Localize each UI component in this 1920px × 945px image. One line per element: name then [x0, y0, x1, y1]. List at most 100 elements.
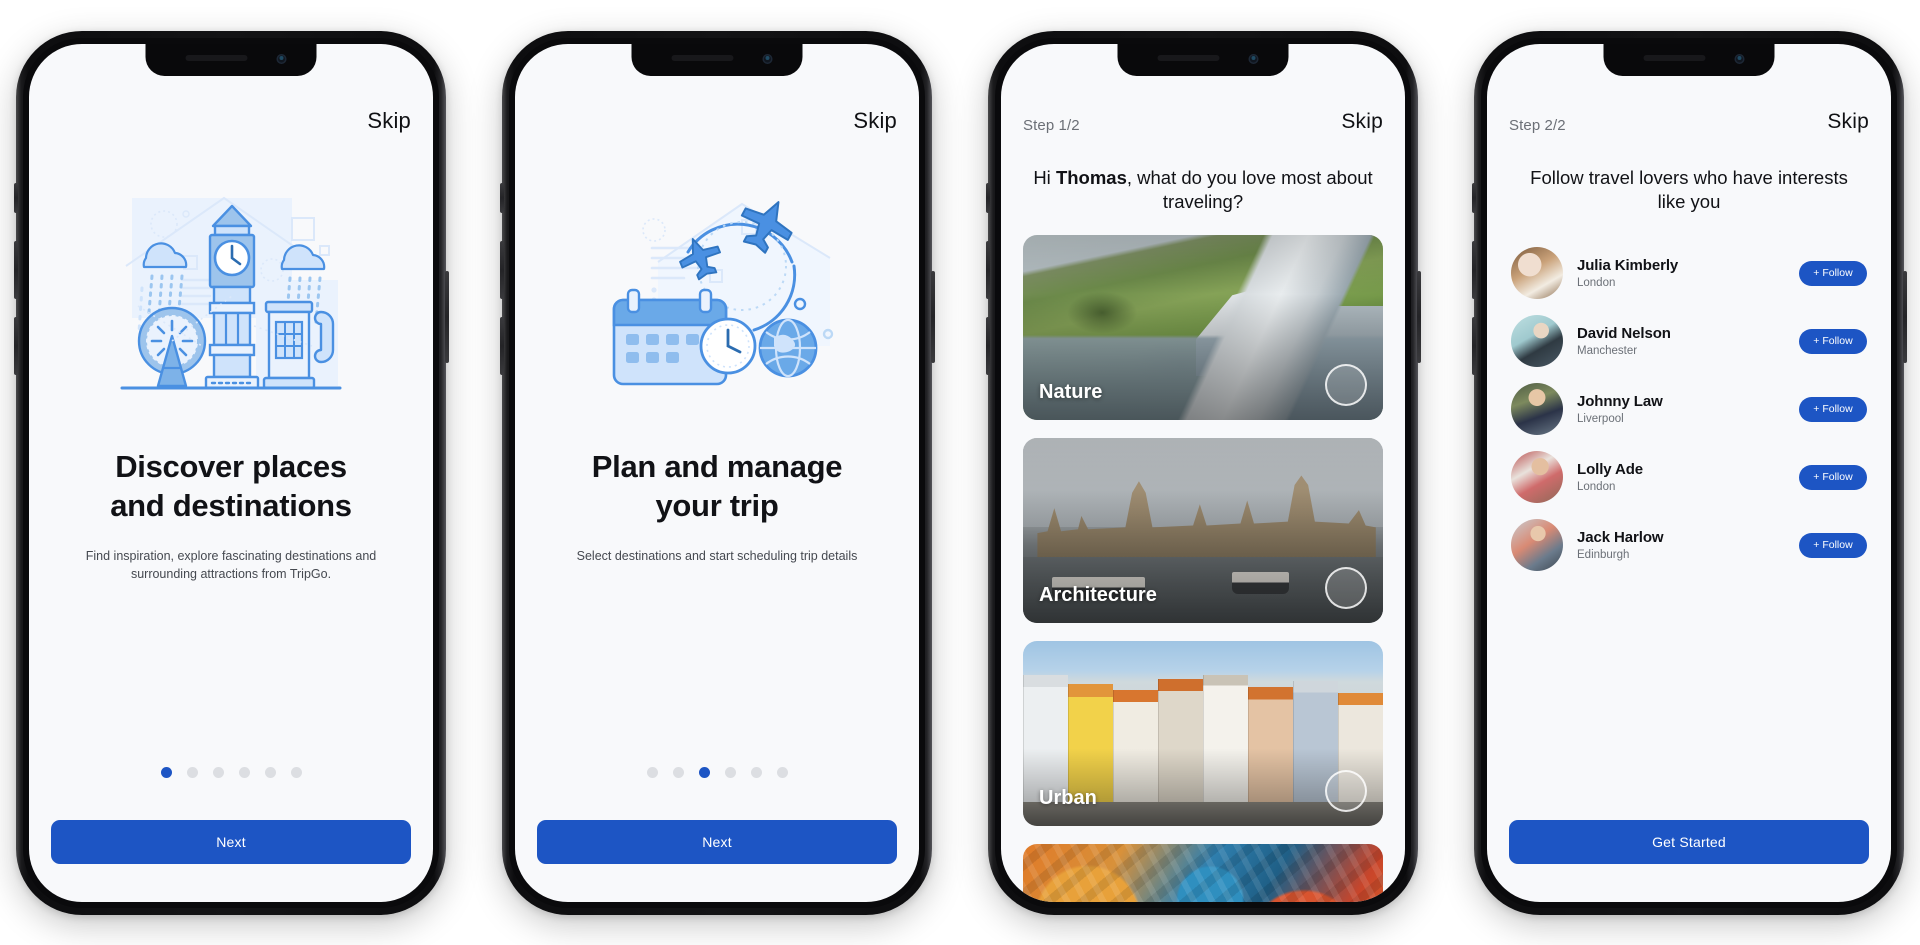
pagination-dot[interactable] — [186, 766, 198, 778]
person-name: Johnny Law — [1577, 393, 1663, 411]
phone-mockup-3: Step 1/2 Skip Hi Thomas, what do you lov… — [985, 30, 1421, 915]
page-title: Plan and manage your trip — [537, 447, 897, 525]
front-camera-icon — [276, 53, 287, 64]
notch — [1603, 43, 1775, 76]
silent-switch[interactable] — [13, 182, 18, 213]
list-item[interactable]: David Nelson Manchester + Follow — [1509, 307, 1869, 375]
silent-switch[interactable] — [985, 182, 990, 213]
follow-button[interactable]: + Follow — [1799, 396, 1867, 422]
list-item[interactable]: Julia Kimberly London + Follow — [1509, 239, 1869, 307]
pagination-dot[interactable] — [646, 766, 658, 778]
phone-mockup-4: Step 2/2 Skip Follow travel lovers who h… — [1471, 30, 1907, 915]
pagination-dot[interactable] — [212, 766, 224, 778]
power-button[interactable] — [1416, 270, 1421, 363]
pagination-dot[interactable] — [698, 766, 710, 778]
interest-card-nature[interactable]: Nature — [1023, 235, 1383, 421]
phone-mockup-2: Skip Plan and manage your trip Select de… — [499, 30, 935, 915]
screen-onboard-interests: Step 1/2 Skip Hi Thomas, what do you lov… — [1001, 43, 1405, 902]
skip-button[interactable]: Skip — [1827, 110, 1869, 134]
page-title: Discover places and destinations — [51, 447, 411, 525]
interest-card-architecture[interactable]: Architecture — [1023, 438, 1383, 624]
interest-select-checkbox[interactable] — [1325, 364, 1367, 407]
avatar — [1511, 383, 1563, 436]
question-greeting: Hi — [1033, 166, 1056, 188]
volume-down-button[interactable] — [13, 316, 18, 375]
power-button[interactable] — [444, 270, 449, 363]
earpiece-speaker — [185, 54, 248, 61]
next-button[interactable]: Next — [51, 819, 411, 864]
next-button[interactable]: Next — [537, 819, 897, 864]
skip-button[interactable]: Skip — [853, 108, 897, 134]
townhouse — [1158, 679, 1203, 827]
pagination-dot[interactable] — [264, 766, 276, 778]
cliff-shape — [1195, 283, 1362, 377]
avatar — [1511, 247, 1563, 300]
interest-card-list: Nature Architecture Urban — [1023, 235, 1383, 902]
list-item[interactable]: Johnny Law Liverpool + Follow — [1509, 375, 1869, 443]
notch — [1117, 43, 1289, 76]
skip-button[interactable]: Skip — [367, 108, 411, 134]
volume-down-button[interactable] — [499, 316, 504, 375]
person-name: David Nelson — [1577, 325, 1671, 343]
step-label: Step 2/2 — [1509, 116, 1566, 134]
pagination-dot[interactable] — [290, 766, 302, 778]
person-name: Lolly Ade — [1577, 461, 1644, 479]
calendar-clock-plane-globe-illustration — [612, 200, 834, 385]
interest-select-checkbox[interactable] — [1325, 567, 1367, 610]
power-button[interactable] — [930, 270, 935, 363]
interest-card-urban[interactable]: Urban — [1023, 641, 1383, 827]
interests-question: Hi Thomas, what do you love most about t… — [1023, 166, 1383, 216]
front-camera-icon — [1734, 53, 1745, 64]
headline-line-1: Discover places — [115, 448, 347, 484]
follow-button[interactable]: + Follow — [1799, 464, 1867, 490]
follow-button[interactable]: + Follow — [1799, 532, 1867, 558]
volume-up-button[interactable] — [13, 240, 18, 299]
pagination-dot[interactable] — [672, 766, 684, 778]
silent-switch[interactable] — [499, 182, 504, 213]
volume-down-button[interactable] — [1471, 316, 1476, 375]
page-subtitle: Select destinations and start scheduling… — [576, 548, 858, 563]
skip-button[interactable]: Skip — [1341, 110, 1383, 134]
townhouse — [1248, 686, 1293, 827]
notch — [145, 43, 317, 76]
pagination-dots — [537, 766, 897, 778]
boat-shape — [1231, 571, 1290, 594]
person-city: London — [1577, 277, 1616, 290]
phone-mockup-1: Skip Discover places and destinations Fi… — [13, 30, 449, 915]
volume-up-button[interactable] — [499, 240, 504, 299]
pagination-dot[interactable] — [160, 766, 172, 778]
person-city: London — [1577, 481, 1616, 494]
pagination-dot[interactable] — [724, 766, 736, 778]
list-item[interactable]: Lolly Ade London + Follow — [1509, 443, 1869, 511]
volume-up-button[interactable] — [1471, 240, 1476, 299]
silent-switch[interactable] — [1471, 182, 1476, 213]
notch — [631, 43, 803, 76]
follow-button[interactable]: + Follow — [1799, 328, 1867, 354]
interest-card-partial[interactable] — [1023, 844, 1383, 902]
volume-up-button[interactable] — [985, 240, 990, 299]
volume-down-button[interactable] — [985, 316, 990, 375]
earpiece-speaker — [1157, 54, 1220, 61]
person-city: Manchester — [1577, 345, 1638, 358]
follow-button[interactable]: + Follow — [1799, 260, 1867, 286]
page-title: Follow travel lovers who have interests … — [1530, 166, 1848, 213]
earpiece-speaker — [1643, 54, 1706, 61]
get-started-button[interactable]: Get Started — [1509, 819, 1869, 864]
earpiece-speaker — [671, 54, 734, 61]
pagination-dot[interactable] — [776, 766, 788, 778]
list-item[interactable]: Jack Harlow Edinburgh + Follow — [1509, 511, 1869, 579]
avatar — [1511, 315, 1563, 368]
power-button[interactable] — [1902, 270, 1907, 363]
person-city: Edinburgh — [1577, 549, 1630, 562]
screen-onboard-discover: Skip Discover places and destinations Fi… — [29, 43, 433, 902]
pagination-dot[interactable] — [750, 766, 762, 778]
water-shape — [1210, 305, 1383, 421]
interest-select-checkbox[interactable] — [1325, 770, 1367, 813]
pagination-dots — [51, 766, 411, 778]
phone-mockup-stage: Skip Discover places and destinations Fi… — [0, 0, 1920, 945]
interest-card-label: Architecture — [1039, 584, 1157, 607]
pagination-dot[interactable] — [238, 766, 250, 778]
interest-card-label: Nature — [1039, 381, 1103, 404]
illustration-london-landmarks — [51, 196, 411, 401]
avatar — [1511, 519, 1563, 572]
